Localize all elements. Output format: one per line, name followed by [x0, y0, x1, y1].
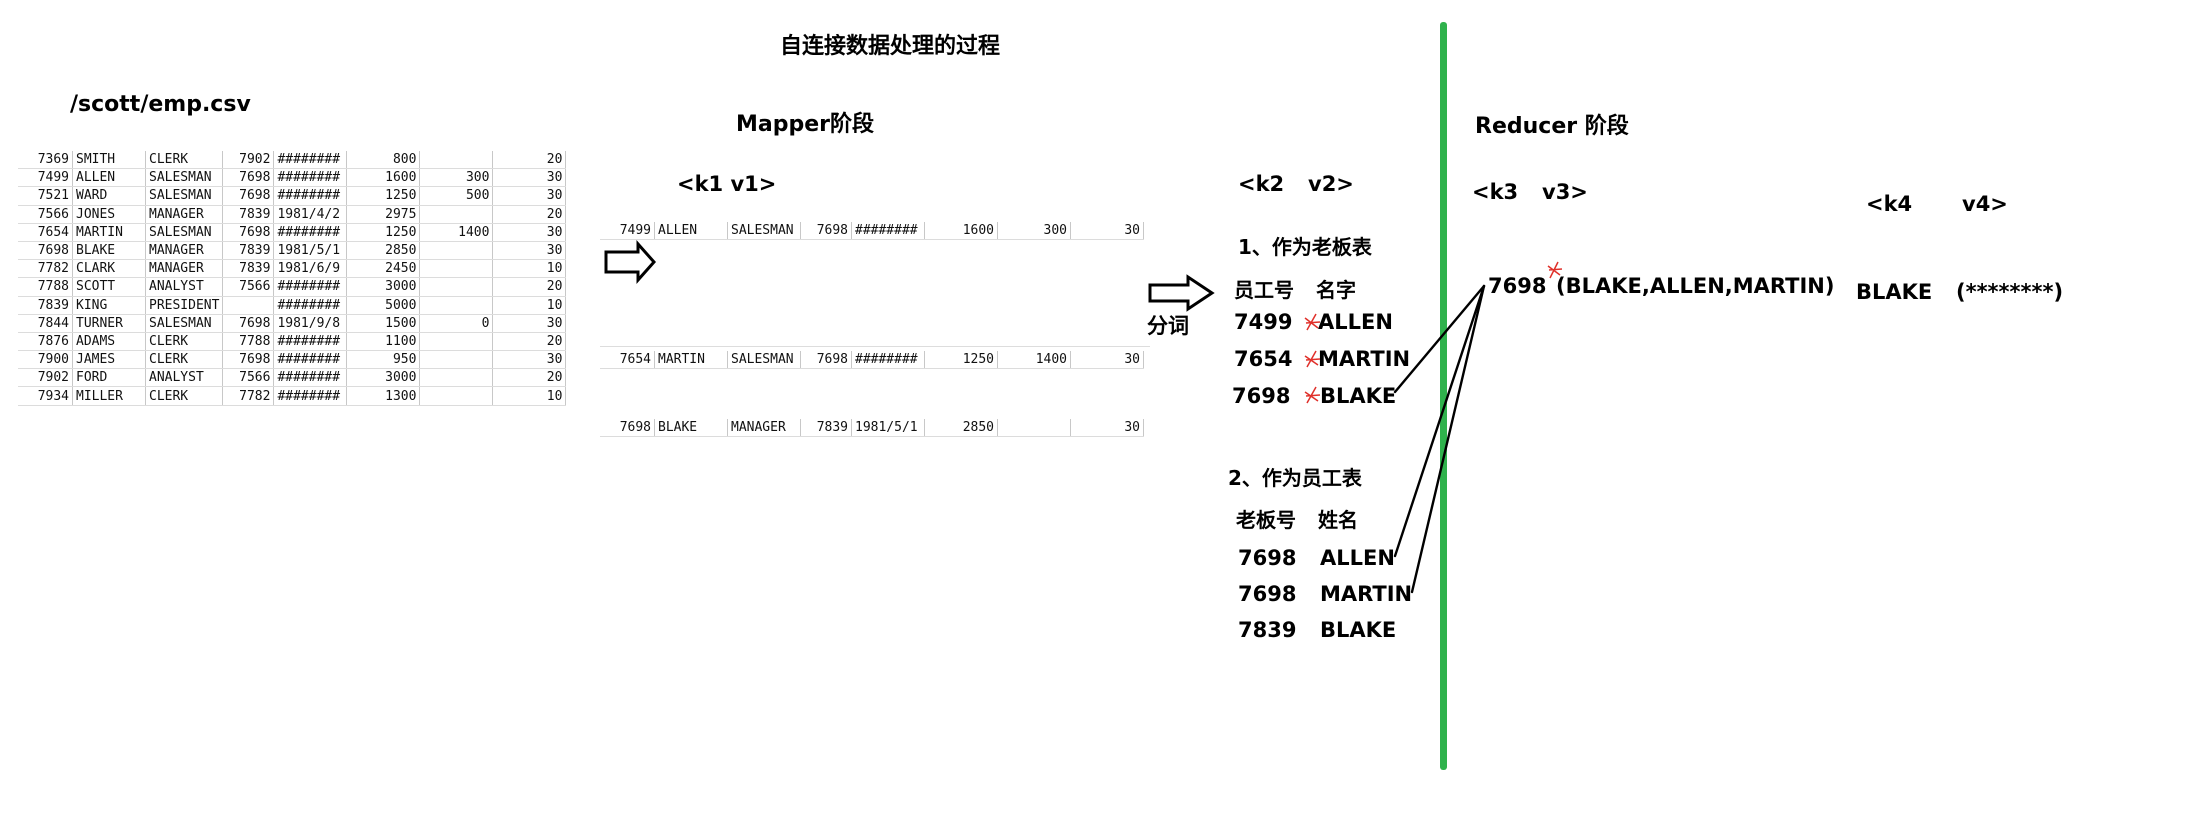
connectors-layer — [604, 240, 1563, 594]
split-arrow-icon — [1148, 274, 1215, 312]
mapper-arrow-icon — [604, 240, 657, 284]
star-mark-icon — [1304, 313, 1321, 331]
star-mark-icon — [1304, 350, 1321, 368]
star-mark-icon — [1304, 386, 1321, 404]
join-connector-lines — [1393, 284, 1486, 594]
diagram-canvas: 自连接数据处理的过程 /scott/emp.csv 7369 SMITH CLERK… — [0, 0, 2200, 820]
star-mark-icon — [1547, 261, 1563, 279]
